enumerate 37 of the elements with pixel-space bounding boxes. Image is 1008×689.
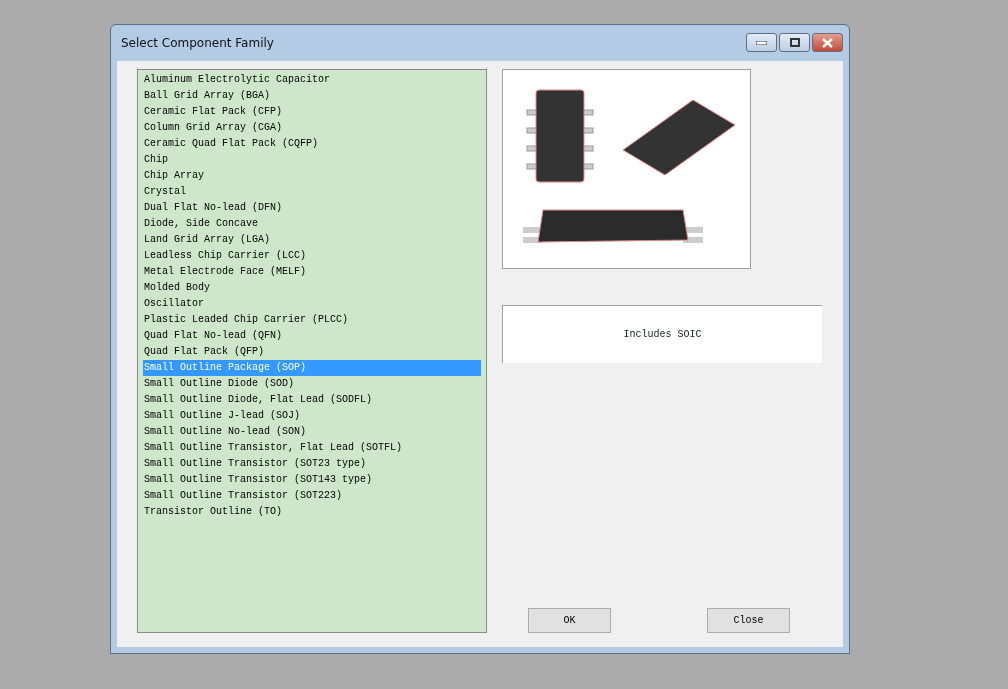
list-item[interactable]: Land Grid Array (LGA) xyxy=(143,232,481,248)
list-item[interactable]: Small Outline Transistor, Flat Lead (SOTFL) xyxy=(143,440,481,456)
close-button[interactable] xyxy=(812,33,843,52)
list-item[interactable]: Ceramic Quad Flat Pack (CQFP) xyxy=(143,136,481,152)
list-item[interactable]: Molded Body xyxy=(143,280,481,296)
list-item[interactable]: Crystal xyxy=(143,184,481,200)
list-item[interactable]: Small Outline Transistor (SOT143 type) xyxy=(143,472,481,488)
list-item[interactable]: Chip xyxy=(143,152,481,168)
list-item[interactable]: Small Outline Transistor (SOT223) xyxy=(143,488,481,504)
list-item[interactable]: Quad Flat Pack (QFP) xyxy=(143,344,481,360)
maximize-icon xyxy=(789,38,800,47)
list-item[interactable]: Small Outline Transistor (SOT23 type) xyxy=(143,456,481,472)
list-item[interactable]: Oscillator xyxy=(143,296,481,312)
list-item[interactable]: Ball Grid Array (BGA) xyxy=(143,88,481,104)
list-item[interactable]: Dual Flat No-lead (DFN) xyxy=(143,200,481,216)
minimize-button[interactable] xyxy=(746,33,777,52)
list-item[interactable]: Plastic Leaded Chip Carrier (PLCC) xyxy=(143,312,481,328)
list-item[interactable]: Chip Array xyxy=(143,168,481,184)
list-item[interactable]: Transistor Outline (TO) xyxy=(143,504,481,520)
close-dialog-button[interactable]: Close xyxy=(707,608,790,633)
list-item[interactable]: Small Outline Diode (SOD) xyxy=(143,376,481,392)
description-text: Includes SOIC xyxy=(502,305,822,363)
list-item[interactable]: Leadless Chip Carrier (LCC) xyxy=(143,248,481,264)
window-title: Select Component Family xyxy=(120,35,274,52)
list-item[interactable]: Quad Flat No-lead (QFN) xyxy=(143,328,481,344)
list-item[interactable]: Small Outline J-lead (SOJ) xyxy=(143,408,481,424)
list-item[interactable]: Small Outline No-lead (SON) xyxy=(143,424,481,440)
list-item[interactable]: Aluminum Electrolytic Capacitor xyxy=(143,72,481,88)
list-item[interactable]: Metal Electrode Face (MELF) xyxy=(143,264,481,280)
list-item[interactable]: Ceramic Flat Pack (CFP) xyxy=(143,104,481,120)
minimize-icon xyxy=(756,40,767,45)
close-icon xyxy=(822,37,833,48)
maximize-button[interactable] xyxy=(779,33,810,52)
list-item[interactable]: Small Outline Diode, Flat Lead (SODFL) xyxy=(143,392,481,408)
list-item[interactable]: Column Grid Array (CGA) xyxy=(143,120,481,136)
ok-button[interactable]: OK xyxy=(528,608,611,633)
list-item[interactable]: Diode, Side Concave xyxy=(143,216,481,232)
